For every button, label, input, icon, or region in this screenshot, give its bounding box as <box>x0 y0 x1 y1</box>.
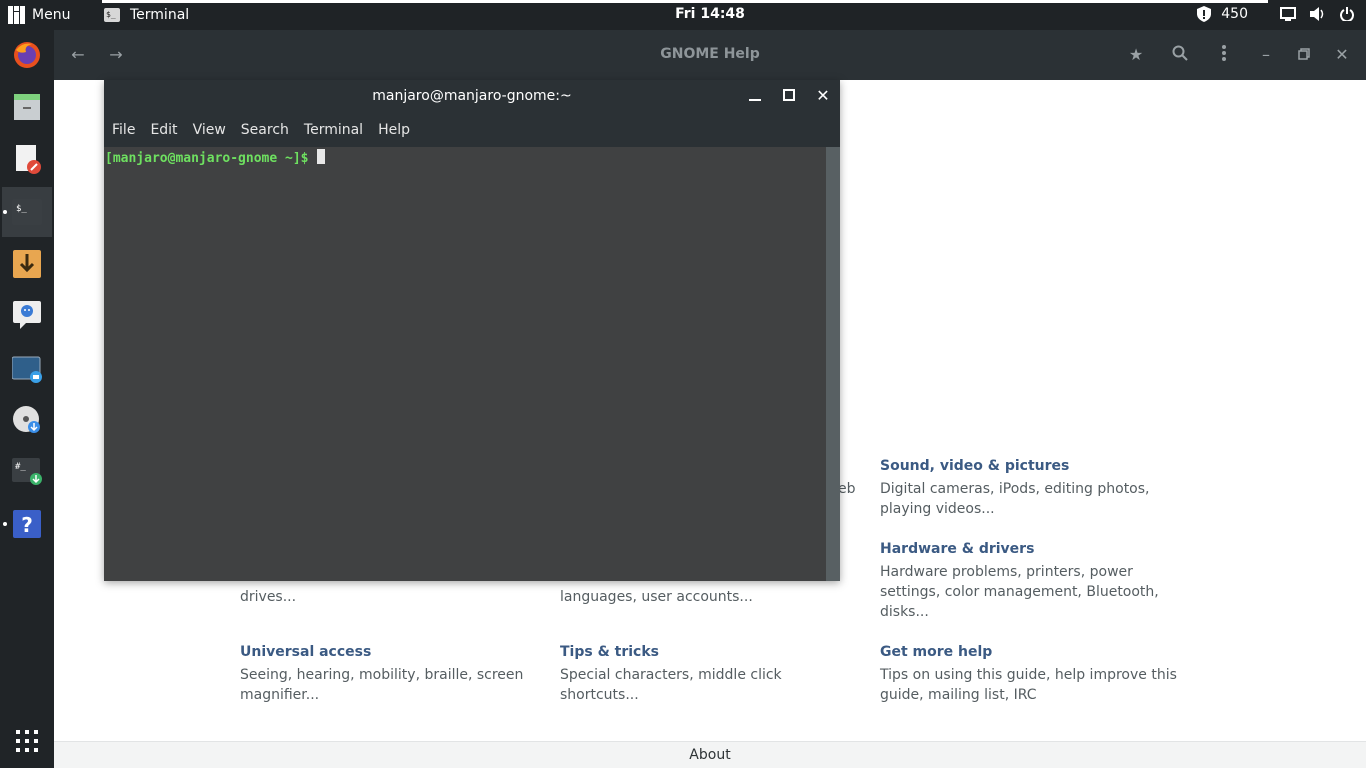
close-icon[interactable]: ✕ <box>1332 45 1352 65</box>
topic-description: languages, user accounts... <box>560 589 753 605</box>
terminal-icon: $_ <box>12 199 42 225</box>
topic-title[interactable]: Sound, video & pictures <box>880 458 1180 474</box>
menu-help[interactable]: Help <box>378 122 410 138</box>
bookmark-star-icon[interactable]: ★ <box>1126 45 1146 65</box>
dock-running-indicator <box>3 210 7 214</box>
file-manager-icon <box>14 94 40 120</box>
dock-item-terminal[interactable]: $_ <box>2 187 52 237</box>
menu-terminal[interactable]: Terminal <box>304 122 363 138</box>
terminal-window: manjaro@manjaro-gnome:~ ✕ File Edit View… <box>104 80 840 581</box>
shell-prompt: [manjaro@manjaro-gnome ~]$ <box>105 151 317 166</box>
about-link[interactable]: About <box>54 741 1366 768</box>
kebab-menu-icon[interactable] <box>1214 45 1234 65</box>
topic-partial-middle: languages, user accounts... <box>560 582 860 607</box>
topic-description: Hardware problems, printers, power setti… <box>880 564 1159 620</box>
topic-description: drives... <box>240 589 297 605</box>
terminal-content[interactable]: [manjaro@manjaro-gnome ~]$ <box>104 147 826 581</box>
topic-description: Digital cameras, iPods, editing photos, … <box>880 481 1150 517</box>
top-panel: Menu $_ Terminal Fri 14:48 450 <box>0 0 1366 30</box>
dock-item-help[interactable]: ? <box>0 499 54 549</box>
power-icon[interactable] <box>1340 7 1354 21</box>
minimize-icon[interactable]: – <box>1256 45 1276 65</box>
firefox-icon <box>14 42 40 68</box>
partial-text: eb <box>838 481 856 497</box>
terminal-menubar: File Edit View Search Terminal Help <box>104 113 840 147</box>
panel-progress-line <box>102 0 1268 3</box>
clock[interactable]: Fri 14:48 <box>0 6 1366 22</box>
svg-text:#_: #_ <box>15 462 26 472</box>
dock-item-firefox[interactable] <box>0 30 54 80</box>
menu-view[interactable]: View <box>193 122 226 138</box>
maximize-icon[interactable] <box>780 87 798 105</box>
topic-sound-video[interactable]: Sound, video & pictures Digital cameras,… <box>880 458 1180 519</box>
dock-item-screenshot[interactable] <box>0 344 54 394</box>
dock-item-root-terminal[interactable]: #_ <box>0 447 54 497</box>
topic-hardware[interactable]: Hardware & drivers Hardware problems, pr… <box>880 541 1180 622</box>
chat-icon <box>13 301 41 329</box>
dock-item-chat[interactable] <box>0 290 54 340</box>
app-grid-icon <box>16 730 38 752</box>
updates-count: 450 <box>1221 6 1248 22</box>
dock-show-apps[interactable] <box>0 716 54 766</box>
close-icon[interactable]: ✕ <box>814 87 832 105</box>
volume-icon[interactable] <box>1310 7 1326 21</box>
terminal-title: manjaro@manjaro-gnome:~ <box>372 88 572 104</box>
help-icon: ? <box>13 510 41 538</box>
disc-icon <box>13 406 40 433</box>
dock-running-indicator <box>3 522 7 526</box>
topic-title[interactable]: Universal access <box>240 644 540 660</box>
topic-partial-left: drives... <box>240 582 540 607</box>
help-headerbar: ← → GNOME Help ★ – ✕ <box>54 30 1366 80</box>
text-cursor <box>317 149 326 164</box>
system-tray: 450 <box>1197 6 1354 22</box>
topic-title[interactable]: Hardware & drivers <box>880 541 1180 557</box>
svg-text:?: ? <box>21 513 33 537</box>
menu-search[interactable]: Search <box>241 122 289 138</box>
download-icon <box>13 250 41 278</box>
dock-item-file-manager[interactable] <box>0 82 54 132</box>
topic-get-more-help[interactable]: Get more help Tips on using this guide, … <box>880 644 1180 705</box>
text-editor-icon <box>16 145 41 174</box>
dock-item-downloader[interactable] <box>0 239 54 289</box>
terminal-scrollbar[interactable] <box>826 147 840 581</box>
dock-item-disc-burner[interactable] <box>0 395 54 445</box>
terminal-titlebar[interactable]: manjaro@manjaro-gnome:~ ✕ <box>104 80 840 113</box>
display-icon[interactable] <box>1280 7 1296 21</box>
topic-description: Seeing, hearing, mobility, braille, scre… <box>240 667 524 703</box>
topic-universal-access[interactable]: Universal access Seeing, hearing, mobili… <box>240 644 540 705</box>
dock-item-text-editor[interactable] <box>0 134 54 184</box>
topic-description: Special characters, middle click shortcu… <box>560 667 782 703</box>
svg-text:$_: $_ <box>16 204 27 214</box>
screenshot-icon <box>12 356 42 383</box>
search-icon[interactable] <box>1170 45 1190 65</box>
minimize-icon[interactable] <box>746 87 764 105</box>
topic-description: Tips on using this guide, help improve t… <box>880 667 1177 703</box>
topic-tips-tricks[interactable]: Tips & tricks Special characters, middle… <box>560 644 860 705</box>
menu-edit[interactable]: Edit <box>150 122 177 138</box>
topic-title[interactable]: Tips & tricks <box>560 644 860 660</box>
dock: $_ #_ ? <box>0 30 54 768</box>
topic-title[interactable]: Get more help <box>880 644 1180 660</box>
shield-icon <box>1197 6 1212 22</box>
updates-indicator[interactable]: 450 <box>1197 6 1248 22</box>
root-terminal-icon: #_ <box>12 458 42 485</box>
restore-icon[interactable] <box>1294 45 1314 65</box>
menu-file[interactable]: File <box>112 122 135 138</box>
